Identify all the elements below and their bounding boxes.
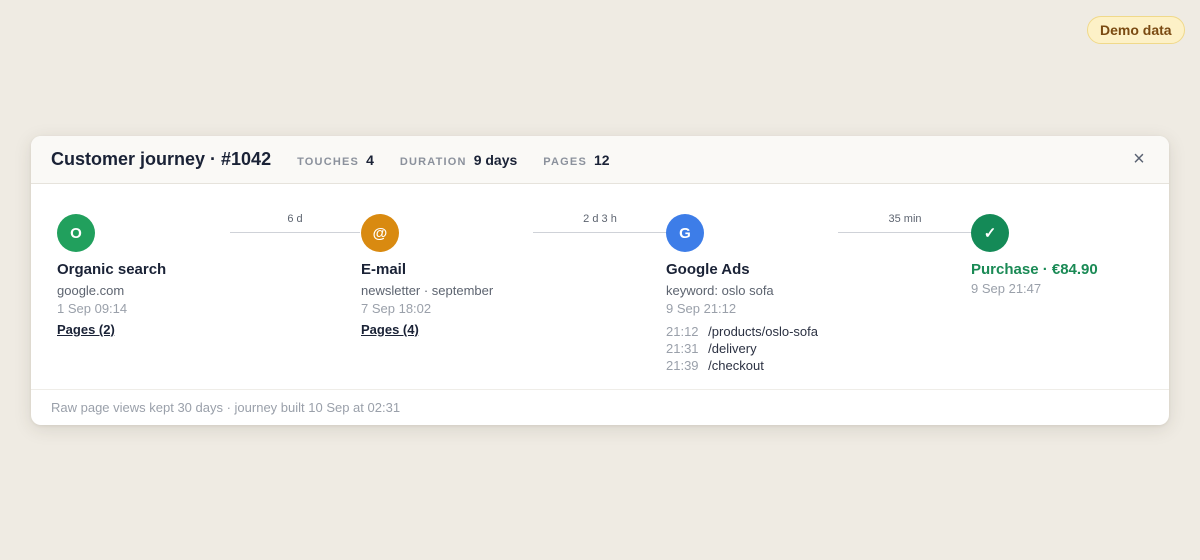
stat-label: PAGES bbox=[543, 155, 587, 168]
step-name: E-mail bbox=[361, 261, 407, 278]
step-organic-search: O Organic search google.com 1 Sep 09:14 … bbox=[57, 214, 317, 339]
step-email: @ E-mail newsletter · september 7 Sep 18… bbox=[361, 214, 621, 339]
page-view-path: /products/oslo-sofa bbox=[708, 324, 819, 339]
journey-title: Customer journey · #1042 bbox=[51, 149, 272, 169]
step-detail: newsletter · september bbox=[361, 283, 494, 298]
stat-label: TOUCHES bbox=[297, 155, 360, 168]
page-view-path: /checkout bbox=[708, 358, 764, 373]
google-ads-icon: G bbox=[666, 214, 704, 252]
stat-pages: PAGES 12 bbox=[543, 152, 609, 168]
page-view-path: /delivery bbox=[708, 341, 757, 356]
page-view-time: 21:12 bbox=[666, 324, 699, 339]
pages-link[interactable]: Pages (4) bbox=[361, 322, 419, 337]
step-purchase: ✓ Purchase · €84.90 9 Sep 21:47 bbox=[971, 214, 1169, 296]
page-view-item: 21:31 /delivery bbox=[666, 340, 926, 357]
stat-value: 12 bbox=[594, 151, 610, 168]
organic-search-icon: O bbox=[57, 214, 95, 252]
step-google-ads: G Google Ads keyword: oslo sofa 9 Sep 21… bbox=[666, 214, 926, 374]
close-icon[interactable]: × bbox=[1129, 149, 1149, 169]
check-icon: ✓ bbox=[971, 214, 1009, 252]
stat-duration: DURATION 9 days bbox=[400, 152, 517, 168]
step-time: 9 Sep 21:47 bbox=[971, 281, 1042, 296]
step-detail: keyword: oslo sofa bbox=[666, 283, 774, 298]
step-detail: google.com bbox=[57, 283, 125, 298]
page-view-item: 21:12 /products/oslo-sofa bbox=[666, 323, 926, 340]
journey-timeline: 6 d 2 d 3 h 35 min O Organic search goog… bbox=[31, 184, 1169, 389]
page-view-time: 21:39 bbox=[666, 358, 699, 373]
email-icon: @ bbox=[361, 214, 399, 252]
stat-value: 4 bbox=[366, 151, 374, 168]
stat-label: DURATION bbox=[399, 155, 467, 168]
step-name: Google Ads bbox=[666, 261, 750, 278]
pages-link[interactable]: Pages (2) bbox=[57, 322, 115, 337]
journey-card: Customer journey · #1042 TOUCHES 4 DURAT… bbox=[31, 136, 1169, 425]
stat-value: 9 days bbox=[473, 151, 518, 168]
step-name: Organic search bbox=[57, 261, 167, 278]
step-time: 9 Sep 21:12 bbox=[666, 301, 737, 316]
page-view-time: 21:31 bbox=[666, 341, 699, 356]
page-view-item: 21:39 /checkout bbox=[666, 357, 926, 374]
step-name: Purchase · €84.90 bbox=[971, 261, 1098, 278]
card-header: Customer journey · #1042 TOUCHES 4 DURAT… bbox=[31, 136, 1169, 184]
card-footer: Raw page views kept 30 days · journey bu… bbox=[31, 389, 1169, 425]
step-time: 7 Sep 18:02 bbox=[361, 301, 432, 316]
step-time: 1 Sep 09:14 bbox=[57, 301, 128, 316]
page-view-list: 21:12 /products/oslo-sofa 21:31 /deliver… bbox=[666, 323, 926, 374]
stat-touches: TOUCHES 4 bbox=[297, 152, 374, 168]
demo-data-badge: Demo data bbox=[1087, 16, 1185, 44]
